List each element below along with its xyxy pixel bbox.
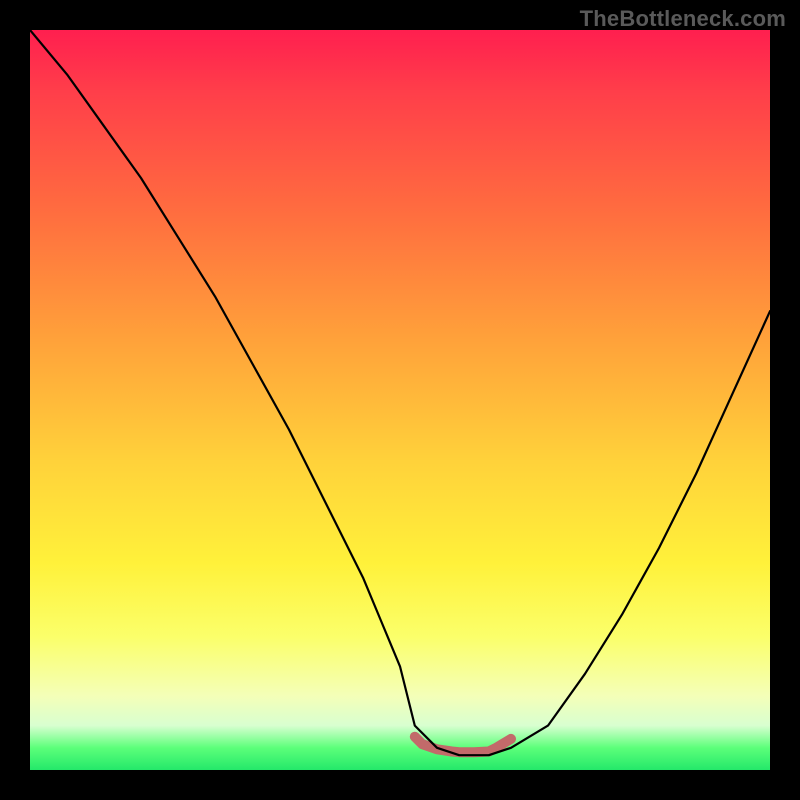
- bottleneck-curve: [30, 30, 770, 755]
- chart-svg: [30, 30, 770, 770]
- chart-frame: [30, 30, 770, 770]
- watermark-text: TheBottleneck.com: [580, 6, 786, 32]
